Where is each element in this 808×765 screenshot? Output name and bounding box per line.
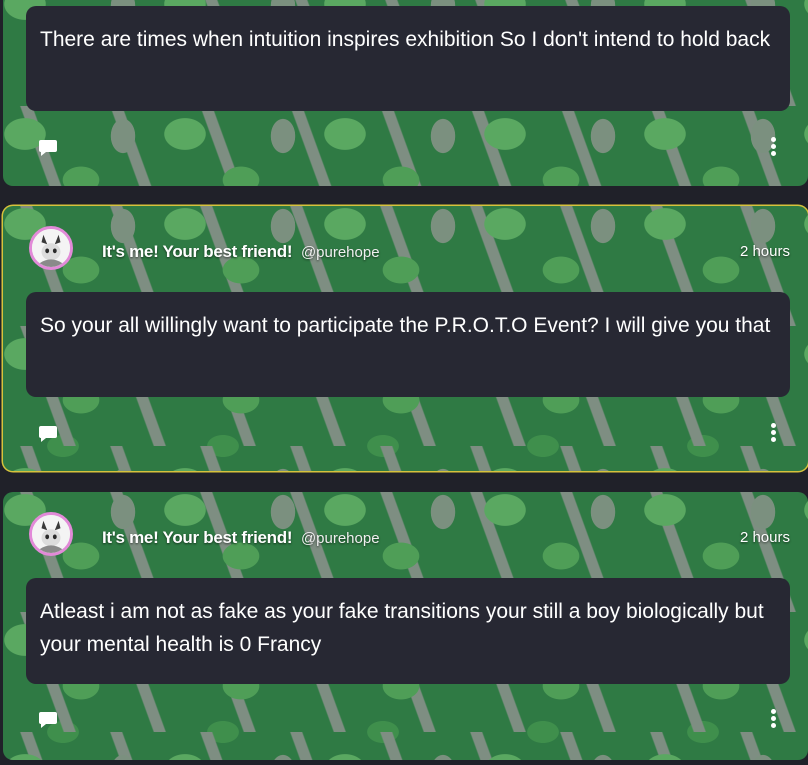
author-handle[interactable]: @purehope <box>301 530 380 547</box>
post-text-bubble: There are times when intuition inspires … <box>26 6 790 111</box>
post-header: It's me! Your best friend! @purehope 2 h… <box>3 492 808 578</box>
post-text: So your all willingly want to participat… <box>40 314 771 337</box>
more-options-icon[interactable] <box>768 135 778 157</box>
post-timestamp: 2 hours <box>739 529 790 546</box>
author-line: It's me! Your best friend! @purehope <box>102 528 380 548</box>
post-card[interactable]: It's me! Your best friend! @purehope 2 h… <box>3 492 808 760</box>
author-name[interactable]: It's me! Your best friend! <box>102 528 293 547</box>
post-card[interactable]: There are times when intuition inspires … <box>3 0 808 186</box>
post-card[interactable]: It's me! Your best friend! @purehope 2 h… <box>3 206 808 471</box>
author-name[interactable]: It's me! Your best friend! <box>102 242 293 261</box>
comment-icon[interactable] <box>37 422 59 444</box>
avatar[interactable] <box>29 226 73 270</box>
author-line: It's me! Your best friend! @purehope <box>102 242 380 262</box>
avatar[interactable] <box>29 512 73 556</box>
more-options-icon[interactable] <box>768 421 778 443</box>
post-text: Atleast i am not as fake as your fake tr… <box>40 600 764 656</box>
post-timestamp: 2 hours <box>739 243 790 260</box>
more-options-icon[interactable] <box>768 707 778 729</box>
comment-icon[interactable] <box>37 708 59 730</box>
post-text-bubble: Atleast i am not as fake as your fake tr… <box>26 578 790 684</box>
post-header: It's me! Your best friend! @purehope 2 h… <box>3 206 808 292</box>
author-handle[interactable]: @purehope <box>301 244 380 261</box>
comment-icon[interactable] <box>37 136 59 158</box>
post-text-bubble: So your all willingly want to participat… <box>26 292 790 397</box>
post-text: There are times when intuition inspires … <box>40 28 771 51</box>
